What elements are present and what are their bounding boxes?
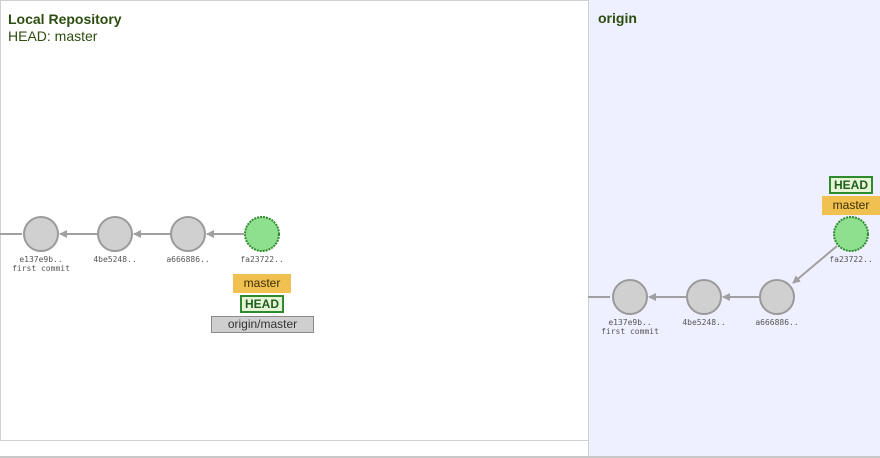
origin-commit-id-label: fa23722.. bbox=[829, 255, 872, 264]
origin-head-tag[interactable]: HEAD bbox=[829, 176, 873, 194]
local-commit-id-label: e137e9b.. bbox=[19, 255, 62, 264]
origin-master-branch-tag[interactable]: master bbox=[822, 196, 880, 215]
origin-commit-e137e9b[interactable] bbox=[612, 279, 648, 315]
origin-commit-id-label: 4be5248.. bbox=[682, 318, 725, 327]
origin-commit-4be5248[interactable] bbox=[686, 279, 722, 315]
local-origin-master-tag[interactable]: origin/master bbox=[211, 316, 314, 333]
origin-commit-fa23722[interactable] bbox=[833, 216, 869, 252]
origin-edge-fa2-to-a66 bbox=[792, 245, 838, 284]
origin-commit-message-label: first commit bbox=[601, 327, 659, 336]
local-commit-id-label: a666886.. bbox=[166, 255, 209, 264]
local-commit-message-label: first commit bbox=[12, 264, 70, 273]
local-commit-e137e9b[interactable] bbox=[23, 216, 59, 252]
local-commit-id-label: fa23722.. bbox=[240, 255, 283, 264]
local-commit-fa23722[interactable] bbox=[244, 216, 280, 252]
local-commit-id-label: 4be5248.. bbox=[93, 255, 136, 264]
local-commit-a666886[interactable] bbox=[170, 216, 206, 252]
local-head-tag[interactable]: HEAD bbox=[240, 295, 284, 313]
origin-commit-id-label: e137e9b.. bbox=[608, 318, 651, 327]
commit-graph: e137e9b.. first commit 4be5248.. a666886… bbox=[0, 216, 873, 336]
origin-commit-a666886[interactable] bbox=[759, 279, 795, 315]
local-master-branch-tag[interactable]: master bbox=[233, 274, 291, 293]
local-commit-4be5248[interactable] bbox=[97, 216, 133, 252]
origin-commit-id-label: a666886.. bbox=[755, 318, 798, 327]
